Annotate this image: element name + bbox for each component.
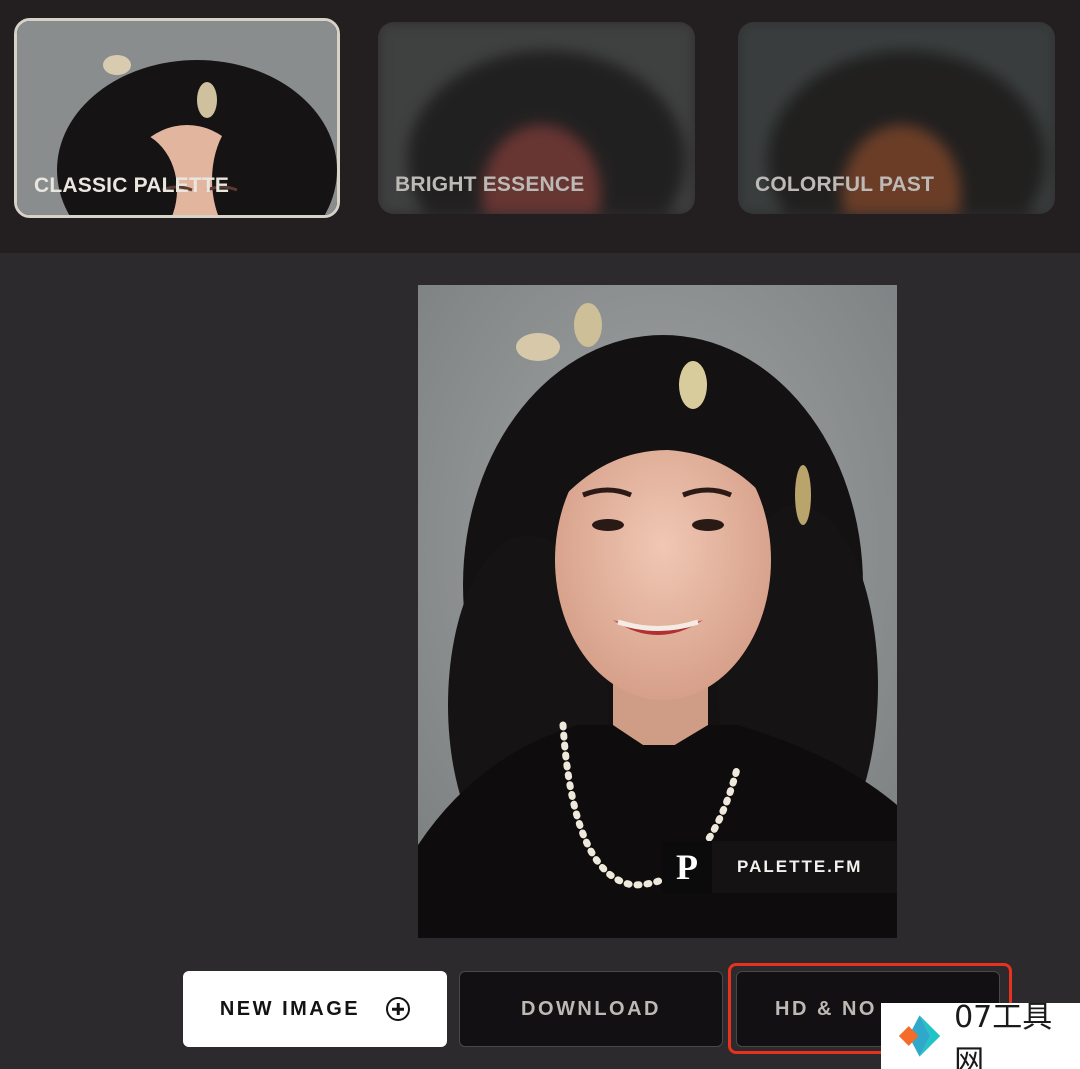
filter-bright-essence[interactable]: BRIGHT ESSENCE xyxy=(378,22,695,214)
plus-circle-icon xyxy=(386,997,411,1021)
filter-label: CLASSIC PALETTE xyxy=(34,174,230,197)
palette-logo-icon: P xyxy=(662,841,712,893)
hd-label: HD & NO xyxy=(775,997,877,1020)
watermark: P PALETTE.FM xyxy=(662,841,897,893)
filter-strip: CLASSIC PALETTE BRIGHT ESSENCE COLORFUL … xyxy=(0,0,1080,253)
site-logo-icon xyxy=(898,1015,941,1057)
site-name: 07工具网 xyxy=(954,1000,1053,1069)
filter-label: BRIGHT ESSENCE xyxy=(395,173,585,196)
watermark-text: PALETTE.FM xyxy=(737,857,863,876)
site-badge: 07工具网 xyxy=(881,1000,1080,1069)
filter-colorful-past[interactable]: COLORFUL PAST xyxy=(738,22,1055,214)
colorized-photo: P PALETTE.FM xyxy=(418,285,897,938)
filter-label: COLORFUL PAST xyxy=(755,173,935,196)
filter-classic-palette[interactable]: CLASSIC PALETTE xyxy=(14,18,340,218)
download-label: DOWNLOAD xyxy=(521,997,661,1020)
download-button[interactable]: DOWNLOAD xyxy=(459,971,723,1047)
new-image-label: NEW IMAGE xyxy=(219,997,361,1020)
app-page: CLASSIC PALETTE BRIGHT ESSENCE COLORFUL … xyxy=(0,0,1080,1069)
new-image-button[interactable]: NEW IMAGE xyxy=(183,971,447,1047)
